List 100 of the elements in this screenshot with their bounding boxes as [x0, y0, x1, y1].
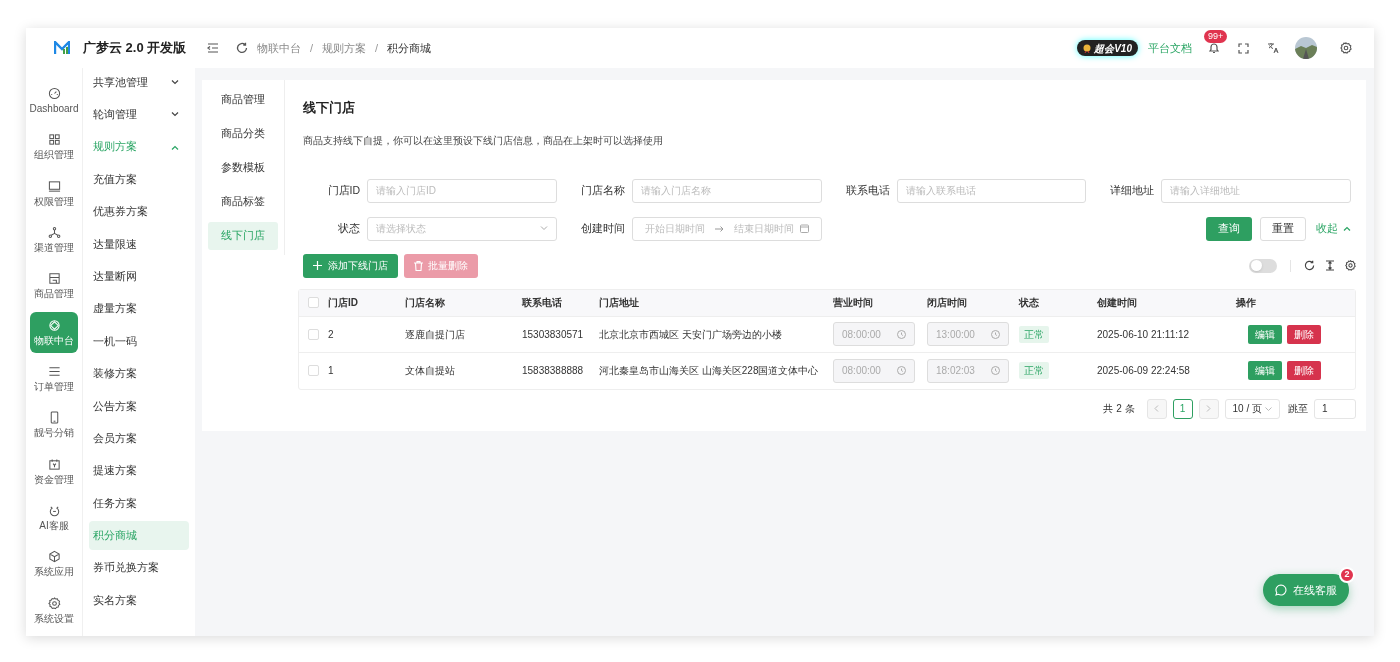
clock-icon	[897, 366, 906, 375]
rail-item[interactable]: 商品管理	[30, 265, 78, 308]
toggle-switch[interactable]	[1249, 258, 1277, 273]
breadcrumb-link[interactable]: 积分商城	[387, 39, 432, 57]
submenu-item[interactable]: 达量限速	[89, 229, 189, 259]
chevron-left-icon	[1154, 405, 1160, 412]
chat-icon	[1275, 584, 1287, 596]
vip-badge[interactable]: 超会V10	[1077, 40, 1138, 56]
table-cell-text: 1	[328, 364, 335, 378]
store-icon	[47, 272, 61, 286]
submenu-item[interactable]: 任务方案	[89, 489, 189, 519]
submenu-item[interactable]: 券币兑换方案	[89, 553, 189, 583]
submenu-group[interactable]: 轮询管理	[89, 100, 189, 130]
submenu-group[interactable]: 共享池管理	[89, 68, 189, 97]
chevron-down-icon	[1265, 406, 1272, 411]
table-cell-text: 文体自提站	[405, 364, 456, 378]
chevron-down-icon	[539, 226, 548, 231]
chevron-up-icon	[1343, 226, 1351, 231]
arrow-right-icon	[714, 225, 724, 232]
reset-button[interactable]: 重置	[1260, 216, 1306, 241]
submenu-item[interactable]: 装修方案	[89, 359, 189, 389]
breadcrumb-link[interactable]: 规则方案	[322, 39, 367, 57]
clock-icon	[991, 329, 1000, 339]
time-field: 08:00:00	[833, 358, 915, 383]
submenu-item[interactable]: 达量断网	[89, 262, 189, 292]
refresh-icon[interactable]	[1304, 260, 1315, 271]
rail-item[interactable]: 权限管理	[30, 172, 78, 215]
column-header: 创建时间	[1097, 296, 1138, 310]
logo-icon	[54, 41, 70, 55]
rail-item[interactable]: 系统设置	[30, 589, 78, 632]
status-tag: 正常	[1019, 325, 1049, 343]
column-header: 联系电话	[522, 296, 563, 310]
checkbox[interactable]	[308, 328, 319, 340]
row-height-icon[interactable]	[1325, 260, 1335, 271]
submenu-item[interactable]: 公告方案	[89, 391, 189, 421]
rail-item[interactable]: 渠道管理	[30, 219, 78, 261]
table-cell-text: 2025-06-10 21:11:12	[1097, 327, 1191, 342]
time-field: 08:00:00	[833, 322, 915, 346]
input-field[interactable]: 请输入门店ID	[367, 178, 557, 203]
page-size-select[interactable]: 10 / 页	[1224, 398, 1280, 419]
rail-item[interactable]: 订单管理	[30, 357, 78, 400]
network-icon	[47, 225, 61, 239]
list-icon	[47, 364, 61, 378]
monitor-icon	[47, 179, 61, 193]
submenu-item[interactable]: 虚量方案	[89, 294, 189, 324]
submenu-item[interactable]: 一机一码	[89, 327, 189, 357]
tab[interactable]: 参数模板	[208, 154, 278, 182]
plus-icon	[313, 261, 322, 270]
delete-button[interactable]: 删除	[1287, 324, 1321, 344]
rail-item[interactable]: 系统应用	[30, 543, 78, 586]
rail-item[interactable]: 组织管理	[30, 126, 78, 169]
bell-icon[interactable]	[1208, 42, 1220, 54]
submenu-item[interactable]: 会员方案	[89, 424, 189, 454]
submenu-item[interactable]: 优惠券方案	[89, 197, 189, 227]
tab[interactable]: 商品管理	[208, 86, 278, 114]
delete-button[interactable]: 删除	[1287, 361, 1321, 380]
tab[interactable]: 商品标签	[208, 188, 278, 216]
unread-badge: 2	[1339, 567, 1355, 583]
submenu-item[interactable]: 充值方案	[89, 165, 189, 195]
breadcrumb-separator: /	[375, 40, 379, 56]
settings-icon[interactable]	[1345, 260, 1356, 271]
refresh-icon[interactable]	[236, 42, 248, 54]
fullscreen-icon[interactable]	[1238, 42, 1249, 54]
clock-icon	[897, 329, 906, 339]
avatar[interactable]	[1295, 37, 1317, 59]
rail-item[interactable]: 靓号分销	[30, 404, 78, 447]
submenu-item[interactable]: 提速方案	[89, 456, 189, 486]
time-field: 18:02:03	[927, 358, 1009, 383]
column-header: 门店地址	[599, 296, 640, 310]
checkbox[interactable]	[308, 297, 319, 308]
rail-item[interactable]: AI客服	[30, 496, 78, 539]
table-cell-text: 2025-06-09 22:24:58	[1097, 364, 1191, 378]
calendar-icon	[47, 457, 61, 471]
page-description: 商品支持线下自提，你可以在这里预设下线门店信息，商品在上架时可以选择使用	[303, 133, 664, 148]
breadcrumb-link[interactable]: 物联中台	[257, 39, 301, 57]
checkbox[interactable]	[308, 365, 319, 376]
field-label: 详细地址	[1109, 182, 1155, 198]
table-cell-text: 15838388888	[522, 364, 585, 378]
status-tag: 正常	[1019, 362, 1049, 379]
settings-icon[interactable]	[1340, 42, 1352, 54]
translate-icon[interactable]	[1267, 42, 1279, 54]
chevron-right-icon	[1206, 405, 1212, 412]
field-label: 创建时间	[579, 220, 625, 236]
column-header: 营业时间	[833, 296, 874, 310]
page-jump-field[interactable]: 1	[1314, 398, 1356, 419]
notification-badge: 99+	[1204, 30, 1228, 43]
input-field[interactable]: 请输入联系电话	[896, 178, 1087, 203]
input-field[interactable]: 请输入门店名称	[631, 178, 822, 203]
submenu-item[interactable]: 实名方案	[89, 586, 189, 616]
field-label: 状态	[337, 220, 360, 236]
chevron-icon	[171, 112, 179, 118]
rail-item[interactable]: 资金管理	[30, 450, 78, 493]
clock-icon	[991, 366, 1000, 375]
jump-label: 跳至	[1288, 402, 1308, 416]
table-cell-text: 逐鹿自提门店	[405, 327, 466, 342]
field-label: 联系电话	[844, 182, 890, 198]
hub-icon	[47, 318, 61, 332]
rail-item[interactable]: Dashboard	[30, 80, 78, 122]
tab[interactable]: 商品分类	[208, 120, 278, 148]
menu-fold-icon[interactable]	[207, 42, 219, 54]
